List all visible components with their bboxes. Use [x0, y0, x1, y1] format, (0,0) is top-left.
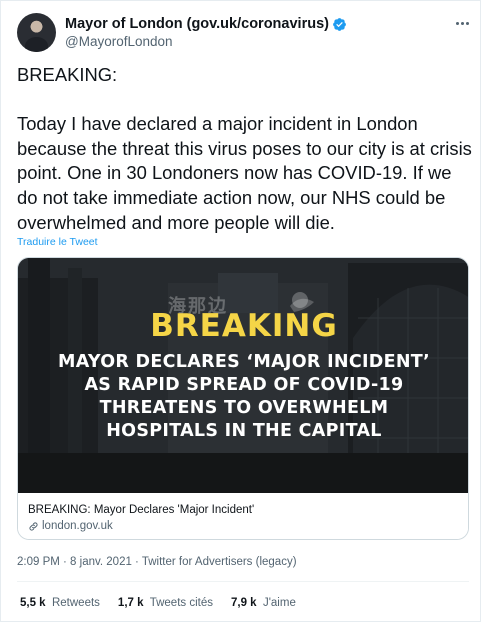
author-names[interactable]: Mayor of London (gov.uk/coronavirus) @Ma…: [65, 15, 347, 50]
retweets-label: Retweets: [51, 597, 100, 609]
card-domain-text: london.gov.uk: [42, 520, 113, 532]
tweet-stats: 5,5 k Retweets 1,7 k Tweets cités 7,9 k …: [20, 597, 314, 609]
verified-badge-icon: [333, 17, 346, 31]
card-headline-line: MAYOR DECLARES ‘MAJOR INCIDENT’: [57, 352, 430, 372]
tweet-timestamp[interactable]: 2:09 PM · 8 janv. 2021 · Twitter for Adv…: [17, 556, 297, 568]
card-domain: london.gov.uk: [28, 518, 460, 534]
quotes-count: 1,7 k: [117, 597, 147, 609]
more-options-icon[interactable]: [451, 13, 473, 33]
card-breaking-label: BREAKING: [150, 308, 338, 344]
quote-tweets-stat[interactable]: 1,7 k Tweets cités: [118, 597, 213, 609]
display-name-text: Mayor of London (gov.uk/coronavirus): [65, 16, 329, 32]
card-image[interactable]: 海那边 BREAKING MAYOR DECLARES ‘MAJOR INCID…: [18, 258, 468, 493]
translate-tweet-link[interactable]: Traduire le Tweet: [17, 236, 98, 248]
card-headline-line: AS RAPID SPREAD OF COVID-19: [84, 375, 404, 395]
likes-label: J'aime: [262, 597, 296, 609]
link-icon: [29, 521, 38, 531]
tweet-container: Mayor of London (gov.uk/coronavirus) @Ma…: [0, 0, 481, 622]
author-handle[interactable]: @MayorofLondon: [65, 33, 347, 50]
card-headline-line: THREATENS TO OVERWHELM: [99, 398, 389, 418]
avatar[interactable]: [17, 13, 56, 52]
retweets-stat[interactable]: 5,5 k Retweets: [20, 597, 100, 609]
divider: [17, 581, 469, 582]
card-title: BREAKING: Mayor Declares 'Major Incident…: [28, 504, 255, 516]
quotes-label: Tweets cités: [149, 597, 213, 609]
tweet-text: BREAKING: Today I have declared a major …: [17, 64, 472, 233]
card-footer[interactable]: BREAKING: Mayor Declares 'Major Incident…: [18, 493, 468, 539]
tweet-header: Mayor of London (gov.uk/coronavirus) @Ma…: [17, 13, 473, 53]
likes-count: 7,9 k: [230, 597, 260, 609]
retweets-count: 5,5 k: [20, 597, 49, 609]
likes-stat[interactable]: 7,9 k J'aime: [231, 597, 296, 609]
display-name[interactable]: Mayor of London (gov.uk/coronavirus): [65, 15, 347, 33]
card-headline-line: HOSPITALS IN THE CAPITAL: [106, 421, 382, 441]
link-card[interactable]: 海那边 BREAKING MAYOR DECLARES ‘MAJOR INCID…: [17, 257, 469, 540]
